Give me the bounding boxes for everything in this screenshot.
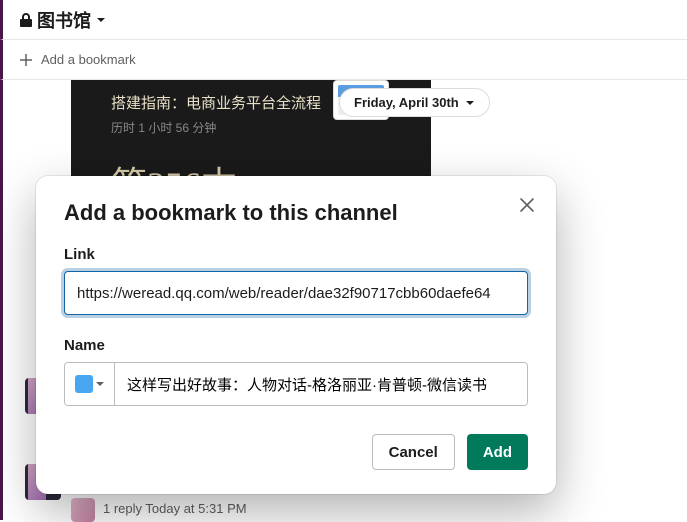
channel-header: 图书馆 — [0, 0, 687, 40]
add-bookmark-label: Add a bookmark — [41, 52, 136, 67]
bookmark-icon-chip — [75, 375, 93, 393]
date-label: Friday, April 30th — [354, 95, 459, 110]
chevron-down-icon[interactable] — [95, 14, 107, 26]
link-input[interactable] — [64, 271, 528, 315]
link-label: Link — [64, 246, 528, 263]
date-divider-pill[interactable]: Friday, April 30th — [339, 88, 490, 117]
reply-summary[interactable]: 1 reply Today at 5:31 PM — [103, 501, 247, 516]
plus-icon — [19, 53, 33, 67]
close-icon[interactable] — [518, 196, 536, 214]
name-label: Name — [64, 337, 528, 354]
chevron-down-icon — [465, 98, 475, 108]
avatar[interactable] — [71, 498, 95, 522]
icon-picker[interactable] — [65, 363, 115, 405]
modal-title: Add a bookmark to this channel — [64, 200, 528, 226]
chevron-down-icon — [96, 380, 104, 388]
bookmark-bar[interactable]: Add a bookmark — [0, 40, 687, 80]
name-input-row — [64, 362, 528, 406]
modal-footer: Cancel Add — [64, 434, 528, 470]
cancel-button[interactable]: Cancel — [372, 434, 455, 470]
card-subtitle: 历时 1 小时 56 分钟 — [111, 119, 391, 136]
add-button[interactable]: Add — [467, 434, 528, 470]
add-bookmark-modal: Add a bookmark to this channel Link Name… — [36, 176, 556, 494]
lock-icon — [19, 12, 33, 28]
name-input[interactable] — [115, 363, 527, 405]
channel-name[interactable]: 图书馆 — [37, 7, 91, 33]
